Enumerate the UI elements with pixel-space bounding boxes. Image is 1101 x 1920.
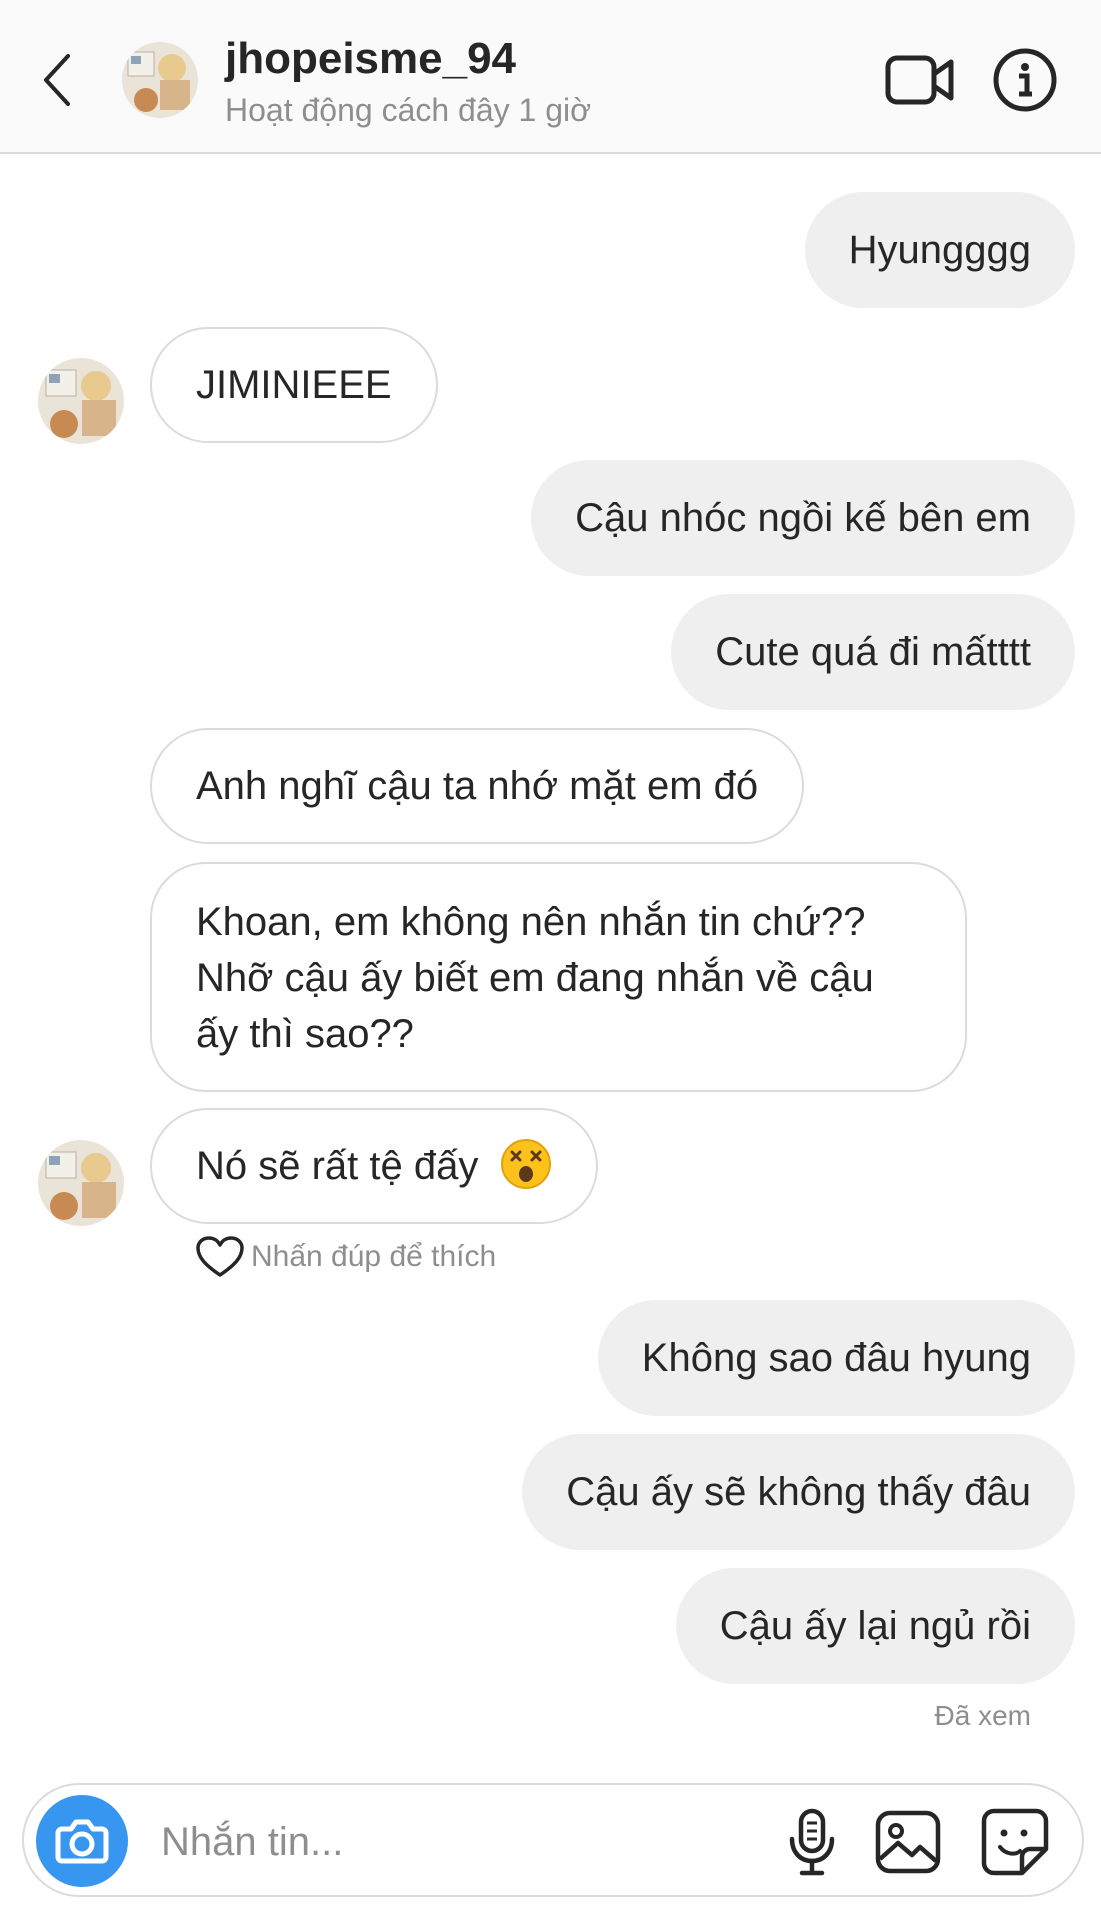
message-bubble-outgoing[interactable]: Hyungggg — [804, 192, 1075, 308]
message-text: JIMINIEEE — [196, 363, 392, 407]
message-text: Cậu ấy lại ngủ rồi — [719, 1604, 1031, 1648]
message-text: Anh nghĩ cậu ta nhớ mặt em đó — [196, 764, 759, 808]
video-camera-icon — [885, 55, 954, 105]
double-tap-like-hint[interactable]: Nhấn đúp để thích — [195, 1235, 496, 1279]
message-text: Khoan, em không nên nhắn tin chứ?? Nhỡ c… — [196, 900, 874, 1056]
message-bubble-incoming[interactable]: Nó sẽ rất tệ đấy — [150, 1108, 598, 1224]
message-text: Cậu nhóc ngồi kế bên em — [575, 496, 1031, 540]
message-bubble-outgoing[interactable]: Cậu ấy sẽ không thấy đâu — [522, 1434, 1075, 1550]
seen-status: Đã xem — [934, 1700, 1031, 1731]
heart-icon — [196, 1236, 244, 1277]
back-button[interactable] — [38, 50, 78, 110]
message-bubble-incoming[interactable]: Anh nghĩ cậu ta nhớ mặt em đó — [150, 728, 805, 844]
message-bubble-outgoing[interactable]: Cậu ấy lại ngủ rồi — [675, 1568, 1075, 1684]
video-call-button[interactable] — [885, 52, 955, 108]
avatar[interactable] — [122, 42, 198, 118]
camera-button[interactable] — [36, 1795, 128, 1887]
sticker-button[interactable] — [980, 1807, 1050, 1877]
image-icon — [875, 1810, 941, 1874]
message-input[interactable] — [159, 1811, 763, 1873]
message-bubble-incoming[interactable]: JIMINIEEE — [150, 327, 438, 443]
dizzy-face-emoji — [500, 1139, 551, 1190]
voice-message-button[interactable] — [782, 1807, 842, 1877]
message-bubble-incoming[interactable]: Khoan, em không nên nhắn tin chứ?? Nhỡ c… — [150, 862, 967, 1092]
gallery-button[interactable] — [874, 1809, 942, 1875]
chat-header: jhopeisme_94 Hoạt động cách đây 1 giờ — [0, 0, 1101, 154]
camera-icon — [55, 1819, 109, 1864]
message-bubble-outgoing[interactable]: Không sao đâu hyung — [597, 1300, 1075, 1416]
message-bubble-outgoing[interactable]: Cute quá đi mấtttt — [671, 594, 1075, 710]
sticker-icon — [981, 1808, 1049, 1876]
chat-username[interactable]: jhopeisme_94 — [225, 34, 516, 84]
info-button[interactable] — [992, 47, 1058, 113]
message-text: Hyungggg — [848, 228, 1031, 272]
avatar[interactable] — [38, 1140, 124, 1226]
chevron-left-icon — [44, 54, 70, 106]
microphone-icon — [789, 1808, 835, 1876]
message-text: Không sao đâu hyung — [641, 1336, 1031, 1380]
message-text: Cute quá đi mấtttt — [715, 630, 1031, 674]
activity-status: Hoạt động cách đây 1 giờ — [225, 92, 592, 128]
like-hint-label: Nhấn đúp để thích — [251, 1240, 497, 1273]
message-text: Cậu ấy sẽ không thấy đâu — [566, 1470, 1031, 1514]
message-bubble-outgoing[interactable]: Cậu nhóc ngồi kế bên em — [531, 460, 1075, 576]
info-icon — [993, 48, 1057, 112]
avatar[interactable] — [38, 358, 124, 444]
message-composer — [22, 1783, 1084, 1897]
message-text: Nó sẽ rất tệ đấy — [196, 1144, 479, 1188]
